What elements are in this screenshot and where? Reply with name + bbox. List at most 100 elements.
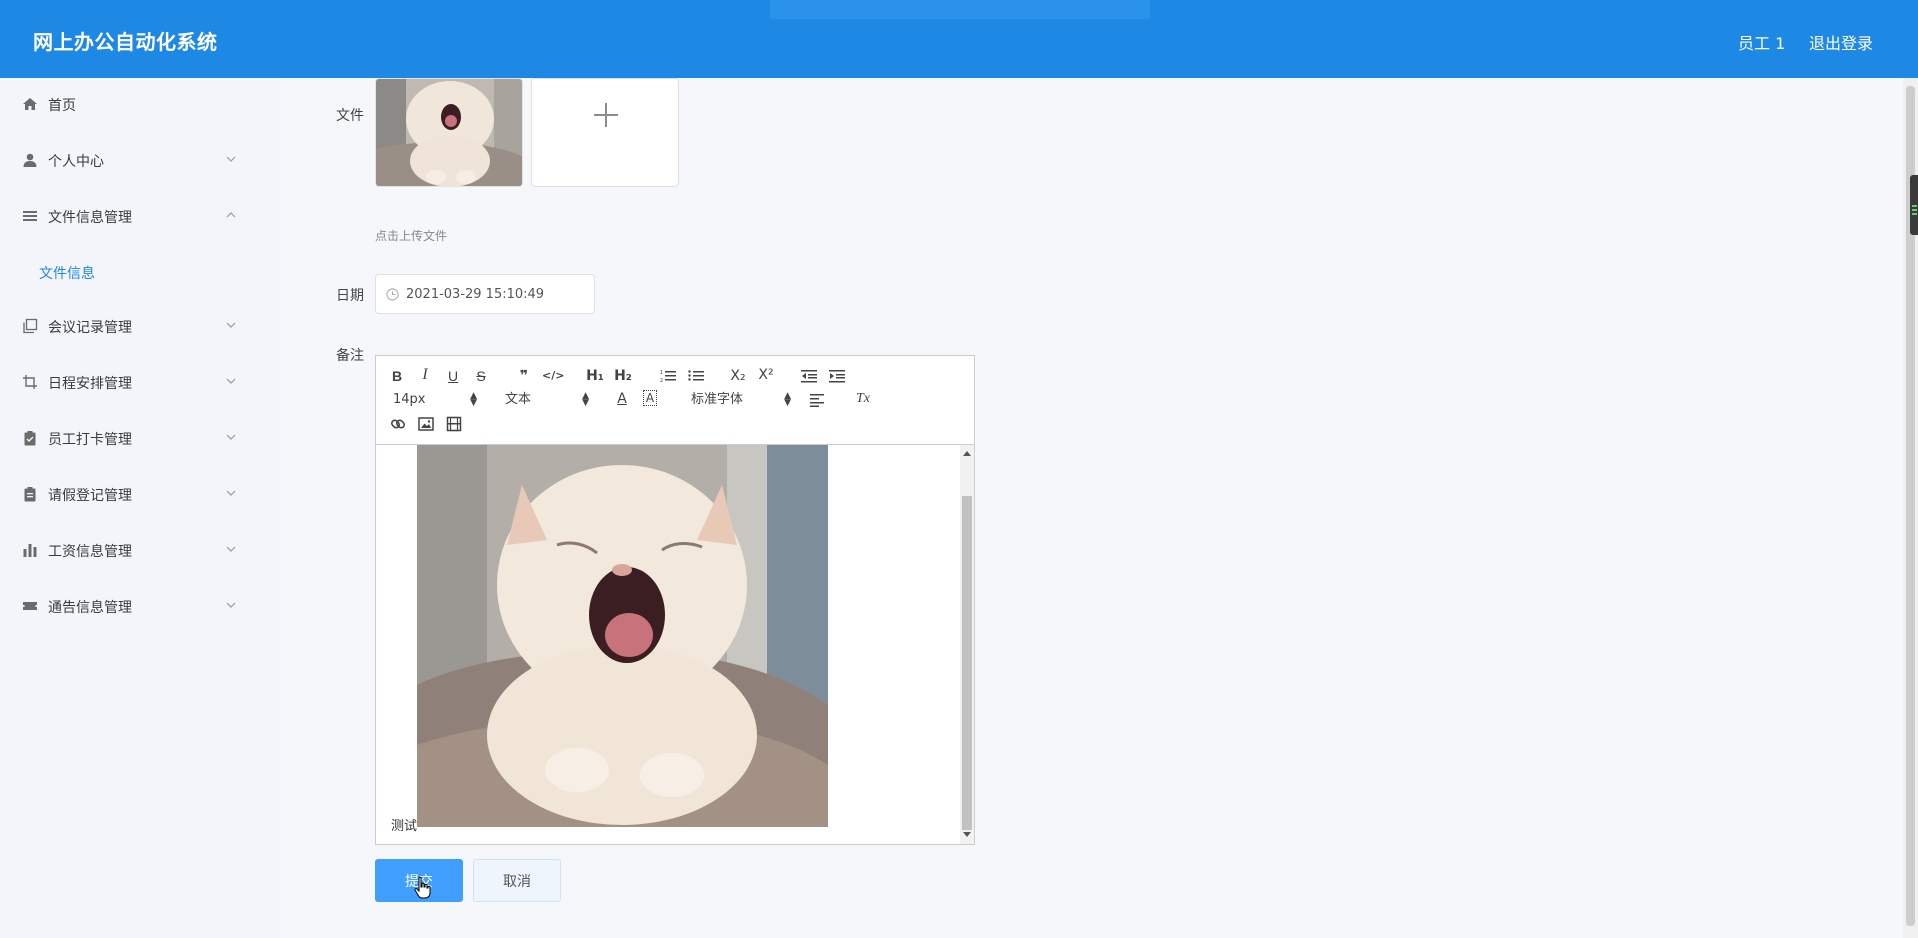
widget-indicator — [1912, 205, 1917, 207]
sidebar-item-salary[interactable]: 工资信息管理 — [0, 530, 250, 570]
sidebar-item-label: 工资信息管理 — [48, 544, 132, 560]
sidebar-item-meeting[interactable]: 会议记录管理 — [0, 306, 250, 346]
chevron-down-icon — [226, 602, 236, 608]
svg-text:1: 1 — [660, 370, 663, 376]
font-color-button[interactable]: A — [615, 390, 629, 408]
date-picker-input[interactable]: 2021-03-29 15:10:49 — [375, 274, 595, 314]
outdent-icon[interactable] — [801, 369, 817, 383]
bullet-list-icon[interactable] — [688, 369, 704, 383]
plus-icon-vertical — [605, 103, 607, 127]
sidebar-item-label: 请假登记管理 — [48, 488, 132, 504]
date-value: 2021-03-29 15:10:49 — [406, 287, 545, 302]
scroll-down-icon[interactable] — [963, 832, 971, 837]
link-icon[interactable] — [390, 416, 406, 432]
crop-icon — [23, 375, 37, 389]
sidebar-item-home[interactable]: 首页 — [0, 84, 250, 124]
sidebar-subitem-file-info[interactable]: 文件信息 — [0, 252, 250, 292]
logout-link[interactable]: 退出登录 — [1809, 30, 1873, 54]
copy-icon — [23, 318, 38, 334]
editor-scroll-thumb[interactable] — [962, 496, 972, 830]
sidebar-item-label: 日程安排管理 — [48, 376, 132, 392]
date-label: 日期 — [336, 288, 364, 304]
ordered-list-icon[interactable]: 1 2 — [660, 369, 676, 383]
chevron-down-icon — [226, 322, 236, 328]
select-arrows-icon: ▲ ▼ — [784, 391, 791, 408]
header-search-bar[interactable] — [770, 0, 1150, 19]
sidebar-item-label: 个人中心 — [48, 154, 104, 170]
app-title: 网上办公自动化系统 — [33, 30, 218, 54]
background-color-button[interactable]: A — [643, 390, 657, 406]
list-icon — [23, 211, 37, 221]
sidebar-item-label: 员工打卡管理 — [48, 432, 132, 448]
remark-label: 备注 — [336, 348, 364, 364]
svg-text:2: 2 — [660, 378, 663, 383]
clock-icon — [386, 288, 399, 301]
sidebar: 首页 个人中心 文件信息管理 文件信息 会议记录管理 日程安排管理 员工打卡管理… — [0, 78, 280, 938]
chevron-down-icon — [226, 156, 236, 162]
strike-button[interactable]: S — [474, 367, 488, 385]
chevron-down-icon — [226, 546, 236, 552]
video-icon[interactable] — [446, 416, 462, 432]
indent-icon[interactable] — [829, 369, 845, 383]
font-size-value: 14px — [393, 392, 426, 407]
editor-toolbar: B I U S ❞ </> H₁ H₂ 1 2 X₂ X² 14px ▲ ▼ 文… — [376, 356, 974, 445]
clipboard-icon — [24, 487, 36, 502]
uploaded-file-thumbnail[interactable] — [375, 78, 523, 187]
underline-button[interactable]: U — [446, 367, 460, 385]
font-family-select[interactable]: 标准字体 ▲ ▼ — [691, 391, 791, 409]
clipboard-check-icon — [24, 431, 36, 446]
cancel-button[interactable]: 取消 — [473, 859, 561, 902]
chevron-down-icon — [226, 378, 236, 384]
font-family-value: 标准字体 — [691, 392, 744, 407]
select-arrows-icon: ▲ ▼ — [582, 391, 589, 408]
bar-chart-icon — [23, 544, 37, 557]
sidebar-item-personal[interactable]: 个人中心 — [0, 140, 250, 180]
chevron-up-icon — [226, 212, 236, 218]
clear-format-button[interactable]: Tx — [854, 390, 872, 408]
quote-button[interactable]: ❞ — [516, 367, 532, 385]
home-icon — [23, 98, 37, 110]
file-label: 文件 — [336, 108, 364, 124]
sidebar-item-file-management[interactable]: 文件信息管理 — [0, 196, 250, 236]
ticket-icon — [23, 602, 37, 610]
sidebar-item-label: 文件信息 — [39, 266, 95, 282]
widget-indicator — [1912, 213, 1917, 215]
chevron-down-icon — [226, 490, 236, 496]
sidebar-item-attendance[interactable]: 员工打卡管理 — [0, 418, 250, 458]
chevron-down-icon — [226, 434, 236, 440]
select-arrows-icon: ▲ ▼ — [470, 391, 477, 408]
bold-button[interactable]: B — [390, 367, 404, 385]
italic-button[interactable]: I — [418, 366, 432, 384]
upload-tip: 点击上传文件 — [375, 229, 448, 243]
block-type-select[interactable]: 文本 ▲ ▼ — [505, 391, 589, 409]
side-widget[interactable] — [1910, 175, 1918, 235]
sidebar-item-notice[interactable]: 通告信息管理 — [0, 586, 250, 626]
block-type-value: 文本 — [505, 392, 532, 407]
sidebar-item-leave[interactable]: 请假登记管理 — [0, 474, 250, 514]
align-left-icon[interactable] — [810, 393, 826, 407]
rich-text-editor: B I U S ❞ </> H₁ H₂ 1 2 X₂ X² 14px ▲ ▼ 文… — [375, 355, 975, 845]
subscript-button[interactable]: X₂ — [729, 367, 747, 385]
code-button[interactable]: </> — [542, 367, 564, 385]
sidebar-item-schedule[interactable]: 日程安排管理 — [0, 362, 250, 402]
image-icon[interactable] — [418, 416, 434, 432]
sidebar-item-label: 首页 — [48, 98, 76, 114]
cat-image — [376, 79, 522, 186]
superscript-button[interactable]: X² — [757, 366, 775, 384]
current-user: 员工 1 — [1738, 34, 1786, 53]
scroll-up-icon[interactable] — [963, 451, 971, 456]
user-icon — [23, 153, 37, 167]
sidebar-item-label: 文件信息管理 — [48, 210, 132, 226]
mouse-cursor-icon — [414, 876, 431, 899]
widget-indicator — [1912, 209, 1917, 211]
sidebar-item-label: 通告信息管理 — [48, 600, 132, 616]
sidebar-item-label: 会议记录管理 — [48, 320, 132, 336]
editor-content-area[interactable]: 测试 — [376, 445, 958, 844]
top-header: 网上办公自动化系统 员工 1 退出登录 — [0, 0, 1918, 78]
h2-button[interactable]: H₂ — [613, 367, 633, 385]
font-size-select[interactable]: 14px ▲ ▼ — [393, 391, 477, 409]
editor-cat-image[interactable] — [417, 445, 828, 827]
add-file-button[interactable] — [531, 78, 679, 187]
editor-scrollbar[interactable] — [960, 445, 974, 844]
h1-button[interactable]: H₁ — [585, 367, 605, 385]
